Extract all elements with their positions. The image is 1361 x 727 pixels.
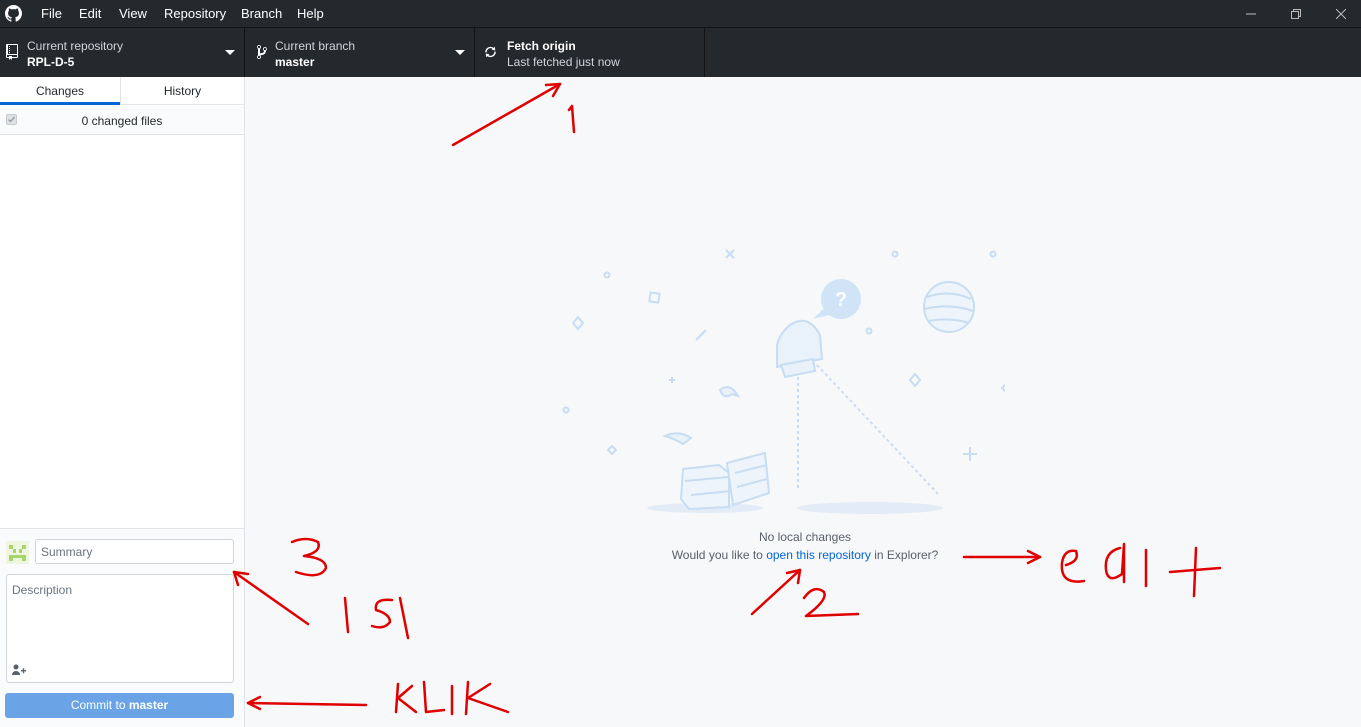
github-desktop-window: File Edit View Repository Branch Help Cu… [0,0,1361,727]
sidebar: Changes History 0 changed files Summary … [0,77,245,727]
fetch-origin-button[interactable]: Fetch origin Last fetched just now [475,28,705,78]
commit-button-branch: master [128,698,169,712]
commit-panel: Commit to master [0,528,244,727]
menu-help[interactable]: Help [297,6,324,21]
changed-files-header: 0 changed files [0,106,244,135]
last-fetched-status: Last fetched just now [507,55,620,69]
no-local-changes-title: No local changes [758,530,852,544]
commit-description-box [6,574,234,683]
git-branch-icon [257,44,267,59]
github-logo-icon [5,5,22,22]
menu-branch[interactable]: Branch [241,6,282,21]
open-repository-link[interactable]: open this repository [766,548,871,562]
no-changes-illustration: ? [562,249,1005,514]
branch-name: master [275,55,315,69]
commit-summary-input[interactable] [35,539,234,564]
minimize-icon [1246,13,1256,14]
minimize-button[interactable] [1236,0,1266,27]
repository-name: RPL-D-5 [27,55,75,69]
avatar[interactable] [6,541,29,564]
prompt-text-before: Would you like to [671,548,767,562]
current-repository-button[interactable]: Current repository RPL-D-5 [0,28,245,78]
close-icon [1336,8,1346,19]
commit-button-prefix: Commit to [70,698,129,712]
toolbar: Current repository RPL-D-5 Current branc… [0,27,1361,78]
chevron-down-icon [455,50,465,55]
chevron-down-icon [225,50,235,55]
menu-repository[interactable]: Repository [164,6,226,21]
sync-icon [485,46,496,58]
repository-label: Current repository [27,39,124,53]
close-button[interactable] [1326,0,1356,27]
sidebar-tabs: Changes History [0,77,244,105]
changed-files-count: 0 changed files [81,114,163,128]
menu-file[interactable]: File [41,6,62,21]
current-branch-button[interactable]: Current branch master [245,28,475,78]
menu-edit[interactable]: Edit [79,6,101,21]
tab-history[interactable]: History [120,77,244,105]
branch-label: Current branch [275,39,356,53]
main-content: ? No local changes Would you like to ope… [245,77,1361,727]
commit-button[interactable]: Commit to master [5,693,234,718]
restore-button[interactable] [1281,0,1311,27]
menu-view[interactable]: View [119,6,147,21]
menu-bar: File Edit View Repository Branch Help [0,0,1361,27]
repo-icon [6,44,18,60]
commit-description-input[interactable] [7,575,233,660]
tab-changes[interactable]: Changes [0,77,120,105]
fetch-origin-label: Fetch origin [507,39,576,53]
restore-icon [1291,8,1301,19]
open-repository-prompt: Would you like to open this repository i… [245,548,1361,562]
svg-text:?: ? [835,289,847,311]
add-coauthor-icon[interactable] [11,663,27,677]
prompt-text-after: in Explorer? [870,548,939,562]
